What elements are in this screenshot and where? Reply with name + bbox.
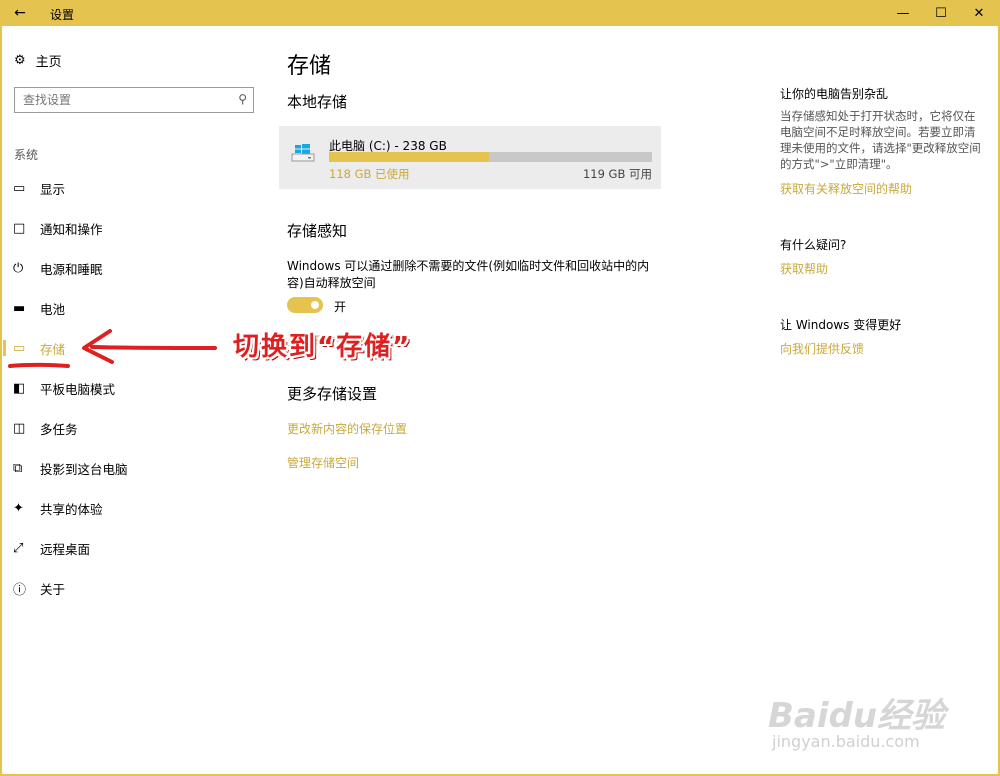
sidebar: ⚙ 主页 ⚲ 系统 ▭ 显示 □ 通知和操作 ⏻ 电源和睡眠 ▬ 电池 ▭ 存储…	[0, 26, 268, 774]
notification-icon: □	[13, 220, 26, 236]
free-space-help-link[interactable]: 获取有关释放空间的帮助	[780, 180, 912, 197]
sidebar-item-label: 通知和操作	[40, 221, 103, 237]
search-input[interactable]	[15, 88, 225, 112]
sidebar-item-label: 显示	[40, 181, 66, 197]
sidebar-item-label: 电池	[40, 301, 66, 317]
get-help-link[interactable]: 获取帮助	[780, 260, 828, 277]
sidebar-item-power[interactable]: ⏻ 电源和睡眠	[0, 256, 260, 280]
storage-icon: ▭	[13, 340, 26, 356]
info-icon: ⓘ	[13, 582, 27, 598]
toggle-knob	[311, 301, 319, 309]
sidebar-item-tablet[interactable]: ◧ 平板电脑模式	[0, 376, 260, 400]
project-icon: ⧉	[13, 460, 23, 476]
local-storage-heading: 本地存储	[287, 93, 348, 111]
sidebar-item-multitasking[interactable]: ◫ 多任务	[0, 416, 260, 440]
drive-usage-bar	[329, 152, 652, 162]
title-bar: ← 设置 — ☐ ✕	[0, 0, 1000, 26]
feedback-link[interactable]: 向我们提供反馈	[780, 340, 864, 357]
sidebar-item-label: 远程桌面	[40, 541, 91, 557]
drive-icon	[291, 144, 315, 162]
page-title: 存储	[287, 54, 332, 79]
toggle-label: 开	[334, 300, 347, 314]
better-windows-heading: 让 Windows 变得更好	[780, 318, 902, 332]
more-storage-heading: 更多存储设置	[287, 385, 378, 403]
declutter-text: 当存储感知处于打开状态时，它将仅在电脑空间不足时释放空间。若要立即清理未使用的文…	[780, 109, 981, 171]
search-box[interactable]: ⚲	[14, 87, 254, 113]
power-icon: ⏻	[13, 260, 24, 276]
question-heading: 有什么疑问?	[780, 238, 847, 252]
search-icon: ⚲	[238, 92, 247, 106]
sidebar-item-shared[interactable]: ✦ 共享的体验	[0, 496, 260, 520]
drive-free-label: 119 GB 可用	[582, 167, 652, 181]
window-title: 设置	[50, 8, 75, 22]
sidebar-item-projecting[interactable]: ⧉ 投影到这台电脑	[0, 456, 260, 480]
watermark-brand: Baidu经验	[768, 696, 946, 736]
storage-sense-description: Windows 可以通过删除不需要的文件(例如临时文件和回收站中的内容)自动释放…	[287, 259, 650, 290]
remote-icon: ⤢	[13, 540, 24, 556]
baidu-watermark: Baidu经验 jingyan.baidu.com	[764, 688, 994, 768]
gear-icon: ⚙	[14, 52, 26, 68]
maximize-icon: ☐	[935, 5, 947, 21]
drive-usage-fill	[329, 152, 490, 162]
sidebar-item-notifications[interactable]: □ 通知和操作	[0, 216, 260, 240]
selection-indicator	[3, 340, 6, 356]
sidebar-item-remote[interactable]: ⤢ 远程桌面	[0, 536, 260, 560]
sidebar-item-storage[interactable]: ▭ 存储	[0, 336, 260, 360]
maximize-button[interactable]: ☐	[924, 0, 958, 26]
arrow-left-icon: ←	[14, 5, 26, 21]
battery-icon: ▬	[13, 300, 26, 316]
home-label: 主页	[35, 54, 62, 70]
share-icon: ✦	[13, 500, 24, 516]
manage-storage-spaces-link[interactable]: 管理存储空间	[287, 454, 359, 471]
monitor-icon: ▭	[13, 180, 26, 196]
sidebar-item-display[interactable]: ▭ 显示	[0, 176, 260, 200]
minimize-button[interactable]: —	[886, 0, 920, 26]
drive-c-tile[interactable]: 此电脑 (C:) - 238 GB 118 GB 已使用 119 GB 可用	[279, 126, 661, 189]
sidebar-item-label: 投影到这台电脑	[40, 461, 128, 477]
annotation-text: 切换到“存储”	[233, 332, 412, 362]
tablet-icon: ◧	[13, 380, 26, 396]
storage-sense-heading: 存储感知	[287, 222, 348, 240]
storage-sense-toggle[interactable]	[287, 297, 323, 313]
sidebar-item-label: 电源和睡眠	[40, 261, 103, 277]
home-link[interactable]: ⚙ 主页	[14, 52, 62, 70]
sidebar-item-label: 多任务	[40, 421, 78, 437]
sidebar-item-label: 平板电脑模式	[40, 381, 116, 397]
change-save-location-link[interactable]: 更改新内容的保存位置	[287, 420, 407, 437]
sidebar-item-label: 共享的体验	[40, 501, 103, 517]
close-icon: ✕	[973, 5, 985, 21]
minimize-icon: —	[896, 5, 910, 21]
back-button[interactable]: ←	[0, 0, 40, 26]
sidebar-item-label: 关于	[40, 581, 66, 597]
section-label: 系统	[14, 148, 39, 162]
close-button[interactable]: ✕	[962, 0, 996, 26]
sidebar-item-about[interactable]: ⓘ 关于	[0, 576, 260, 600]
sidebar-item-battery[interactable]: ▬ 电池	[0, 296, 260, 320]
sidebar-item-label: 存储	[40, 341, 66, 357]
watermark-url: jingyan.baidu.com	[772, 732, 920, 751]
multitask-icon: ◫	[13, 420, 26, 436]
drive-used-label: 118 GB 已使用	[329, 167, 410, 181]
declutter-heading: 让你的电脑告别杂乱	[780, 87, 889, 101]
